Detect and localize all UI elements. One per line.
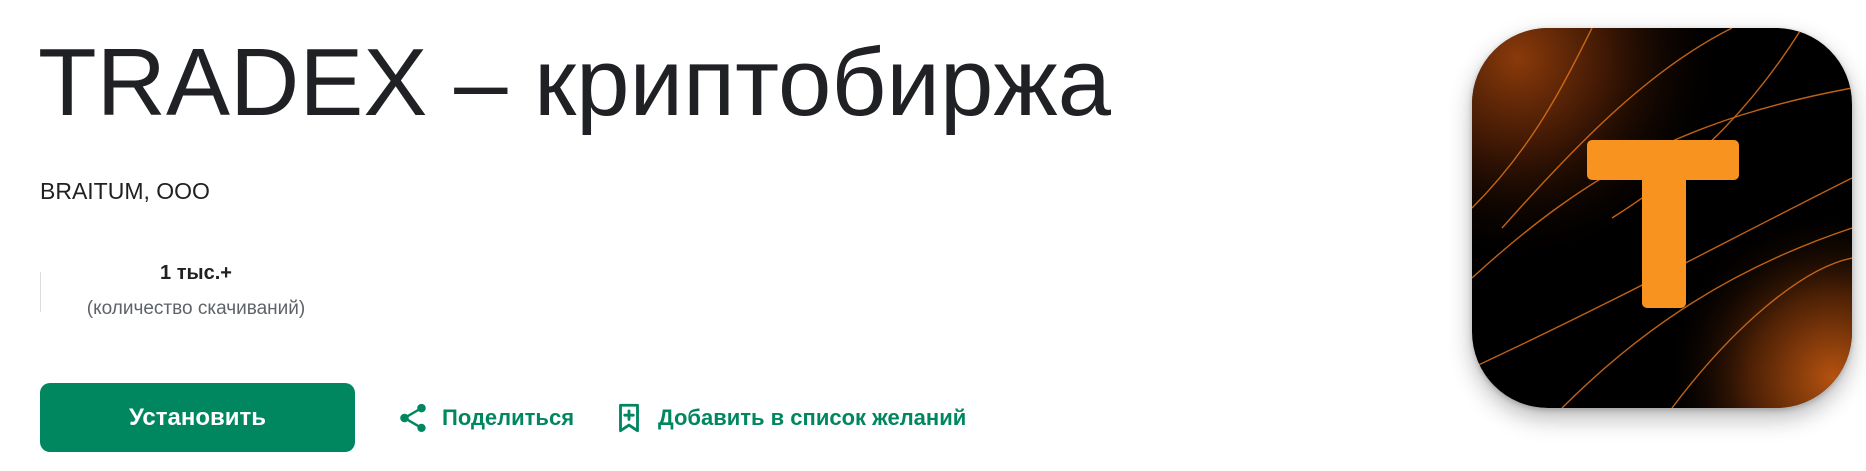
developer-link[interactable]: BRAITUM, ООО [40,176,210,206]
app-details-header: TRADEX – криптобиржа BRAITUM, ООО 1 тыс.… [0,0,1866,471]
app-title: TRADEX – криптобиржа [38,29,1112,136]
install-button[interactable]: Установить [40,383,355,452]
wishlist-button[interactable]: Добавить в список желаний [612,398,966,438]
share-icon [396,401,430,435]
wishlist-label: Добавить в список желаний [658,405,967,430]
downloads-label: (количество скачиваний) [86,298,306,319]
share-button[interactable]: Поделиться [396,398,574,438]
share-label: Поделиться [442,405,575,430]
downloads-stat: 1 тыс.+ (количество скачиваний) [40,258,340,319]
downloads-value: 1 тыс.+ [160,262,232,284]
bookmark-add-icon [612,401,646,435]
tradex-app-icon [1472,28,1852,408]
